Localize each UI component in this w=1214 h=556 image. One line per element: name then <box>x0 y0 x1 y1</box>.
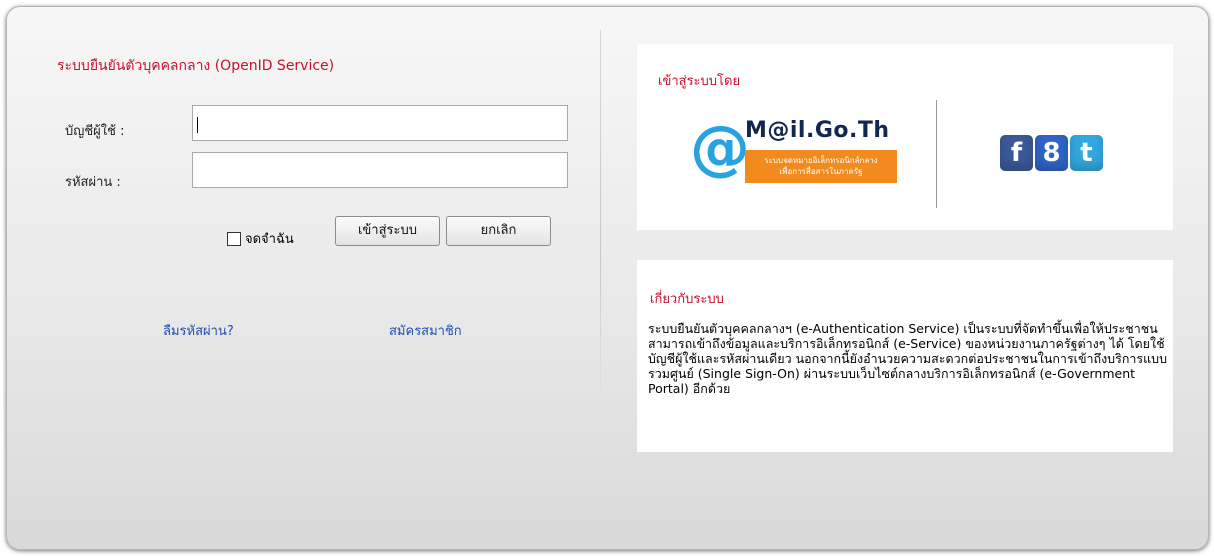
register-link[interactable]: สมัครสมาชิก <box>389 320 462 341</box>
about-description: ระบบยืนยันตัวบุคคลกลางฯ (e-Authenticatio… <box>648 321 1168 396</box>
remember-me[interactable]: จดจำฉัน <box>227 228 294 249</box>
login-with-title: เข้าสู่ระบบโดย <box>658 74 741 89</box>
password-input[interactable] <box>192 152 568 188</box>
facebook-icon[interactable]: f <box>1000 135 1033 171</box>
column-divider <box>600 30 601 410</box>
login-button[interactable]: เข้าสู่ระบบ <box>335 216 440 246</box>
google-icon[interactable]: 8 <box>1035 135 1068 171</box>
about-title: เกี่ยวกับระบบ <box>650 292 724 307</box>
remember-checkbox[interactable] <box>227 231 241 246</box>
username-label: บัญชีผู้ใช้ : <box>65 124 125 139</box>
cancel-button[interactable]: ยกเลิก <box>446 216 551 246</box>
remember-label: จดจำฉัน <box>245 232 294 247</box>
username-input[interactable] <box>192 105 568 141</box>
mail-logo-line1: ระบบจดหมายอิเล็กทรอนิกส์กลาง <box>764 156 878 165</box>
text-caret <box>197 117 198 133</box>
at-sign-icon: @ <box>690 113 750 183</box>
openid-title: ระบบยืนยันตัวบุคคลกลาง (OpenID Service) <box>57 58 335 74</box>
twitter-icon[interactable]: t <box>1070 135 1103 171</box>
mail-logo-line2: เพื่อการสื่อสารในภาครัฐ <box>779 167 863 176</box>
logo-divider <box>936 100 937 208</box>
password-label: รหัสผ่าน : <box>65 175 121 190</box>
mail-logo-name: M@il.Go.Th <box>745 118 890 143</box>
mail-go-th-logo[interactable]: @ M@il.Go.Th ระบบจดหมายอิเล็กทรอนิกส์กลา… <box>690 118 898 186</box>
mail-logo-tagline: ระบบจดหมายอิเล็กทรอนิกส์กลาง เพื่อการสื่… <box>745 150 897 183</box>
forgot-password-link[interactable]: ลืมรหัสผ่าน? <box>163 320 234 341</box>
